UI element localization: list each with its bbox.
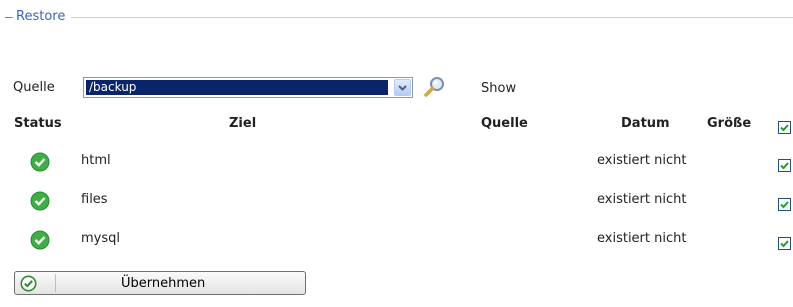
status-ok-icon bbox=[30, 191, 50, 211]
column-header-datum: Datum bbox=[621, 116, 670, 131]
row-datum: existiert nicht bbox=[597, 192, 687, 207]
source-label: Quelle bbox=[13, 80, 55, 95]
source-select[interactable]: /backup bbox=[83, 77, 413, 98]
chevron-down-icon[interactable] bbox=[394, 79, 411, 96]
row-name: files bbox=[81, 192, 108, 207]
search-icon[interactable] bbox=[423, 75, 447, 99]
row-name: mysql bbox=[81, 231, 120, 246]
status-ok-icon bbox=[30, 152, 50, 172]
row-datum: existiert nicht bbox=[597, 231, 687, 246]
check-circle-icon bbox=[20, 275, 37, 292]
show-label: Show bbox=[481, 81, 517, 96]
row-datum: existiert nicht bbox=[597, 153, 687, 168]
column-header-status: Status bbox=[14, 116, 62, 131]
source-select-value: /backup bbox=[86, 80, 388, 95]
button-divider bbox=[55, 274, 56, 292]
column-header-quelle: Quelle bbox=[481, 116, 528, 131]
apply-button[interactable]: Übernehmen bbox=[14, 271, 306, 295]
apply-button-label: Übernehmen bbox=[121, 276, 206, 291]
fieldset-border-dash bbox=[5, 17, 12, 18]
column-header-ziel: Ziel bbox=[229, 116, 257, 131]
row-checkbox[interactable] bbox=[778, 159, 791, 172]
fieldset-legend: Restore bbox=[14, 9, 72, 24]
status-ok-icon bbox=[30, 230, 50, 250]
row-checkbox[interactable] bbox=[778, 237, 791, 250]
row-checkbox[interactable] bbox=[778, 198, 791, 211]
fieldset-border bbox=[5, 17, 793, 18]
column-header-groesse: Größe bbox=[707, 116, 752, 131]
row-name: html bbox=[81, 153, 111, 168]
select-all-checkbox[interactable] bbox=[778, 121, 791, 134]
